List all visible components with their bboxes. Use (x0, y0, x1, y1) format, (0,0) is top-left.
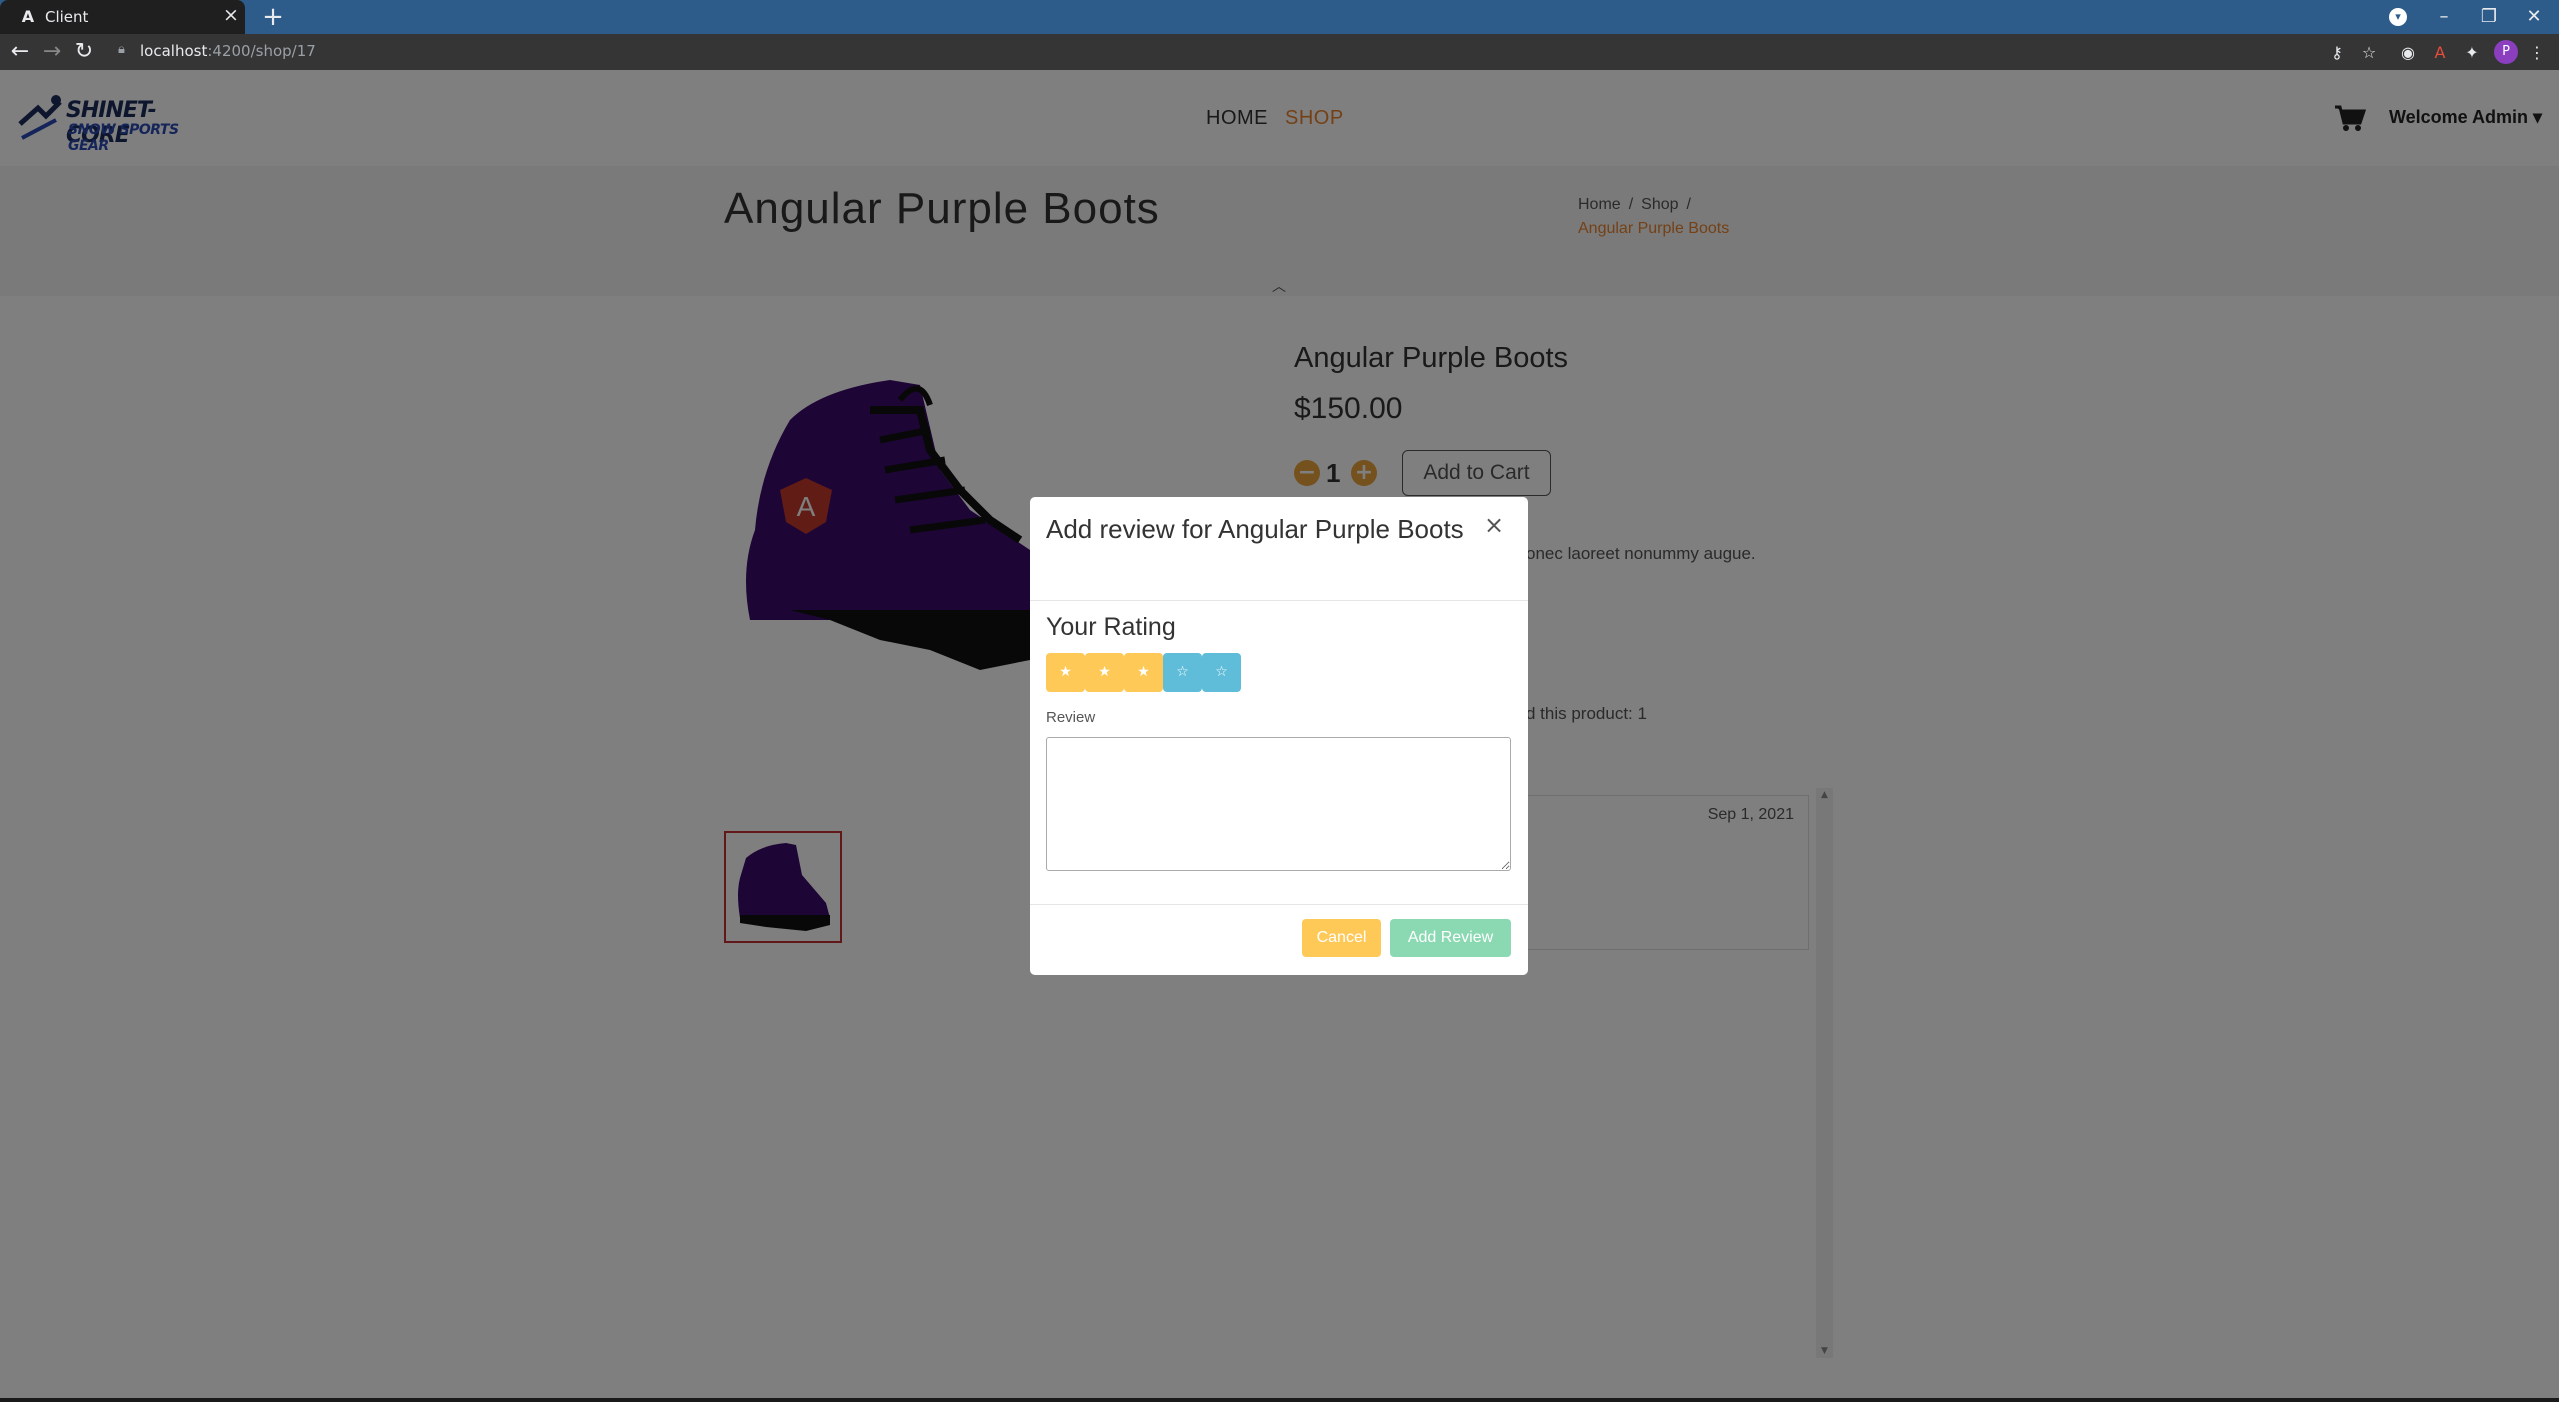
rating-star-3-icon[interactable]: ★ (1124, 653, 1163, 692)
browser-menu-icon[interactable]: ⋮ (2526, 42, 2548, 64)
back-icon[interactable]: ← (6, 38, 34, 66)
key-icon[interactable]: ⚷ (2326, 42, 2348, 64)
add-review-modal: Add review for Angular Purple Boots × Yo… (1030, 497, 1528, 975)
url-host: localhost (140, 42, 208, 60)
url-path: :4200/shop/17 (207, 42, 316, 60)
review-textarea[interactable] (1046, 737, 1511, 871)
browser-tab[interactable]: A Client × (0, 0, 245, 34)
angular-favicon-icon: A (21, 7, 35, 26)
bookmark-star-icon[interactable]: ☆ (2358, 42, 2380, 64)
rating-star-2-icon[interactable]: ★ (1085, 653, 1124, 692)
modal-divider (1030, 904, 1528, 905)
extension-icon[interactable]: ◉ (2397, 42, 2419, 64)
cancel-button[interactable]: Cancel (1302, 919, 1381, 957)
tab-close-icon[interactable]: × (220, 4, 242, 26)
review-label: Review (1046, 709, 1096, 726)
minimize-button[interactable]: – (2419, 0, 2469, 34)
rating-star-1-icon[interactable]: ★ (1046, 653, 1085, 692)
reload-icon[interactable]: ↻ (70, 38, 98, 66)
new-tab-button[interactable]: + (258, 2, 288, 32)
close-window-button[interactable]: ✕ (2509, 0, 2559, 34)
star-rating[interactable]: ★ ★ ★ ☆ ☆ (1046, 653, 1241, 692)
media-control-icon[interactable]: ▾ (2389, 8, 2407, 26)
url-field[interactable]: localhost:4200/shop/17 (140, 42, 316, 60)
close-icon[interactable]: × (1482, 513, 1506, 537)
lock-icon[interactable]: 🔒︎ (118, 42, 125, 57)
browser-tab-bar: A Client × + ▾ – ❐ ✕ (0, 0, 2559, 34)
rating-star-5-icon[interactable]: ☆ (1202, 653, 1241, 692)
rating-heading: Your Rating (1046, 613, 1176, 641)
modal-divider (1030, 600, 1528, 601)
tab-title: Client (45, 8, 89, 26)
profile-avatar[interactable]: P (2494, 40, 2518, 64)
restore-button[interactable]: ❐ (2464, 0, 2514, 34)
browser-address-bar: ← → ↻ 🔒︎ localhost:4200/shop/17 ⚷ ☆ ◉ A … (0, 34, 2559, 70)
modal-title: Add review for Angular Purple Boots (1046, 514, 1464, 544)
add-review-button[interactable]: Add Review (1390, 919, 1511, 957)
puzzle-extensions-icon[interactable]: ✦ (2461, 42, 2483, 64)
rating-star-4-icon[interactable]: ☆ (1163, 653, 1202, 692)
angular-extension-icon[interactable]: A (2429, 42, 2451, 64)
forward-icon[interactable]: → (38, 38, 66, 66)
taskbar-edge (0, 1398, 2559, 1402)
